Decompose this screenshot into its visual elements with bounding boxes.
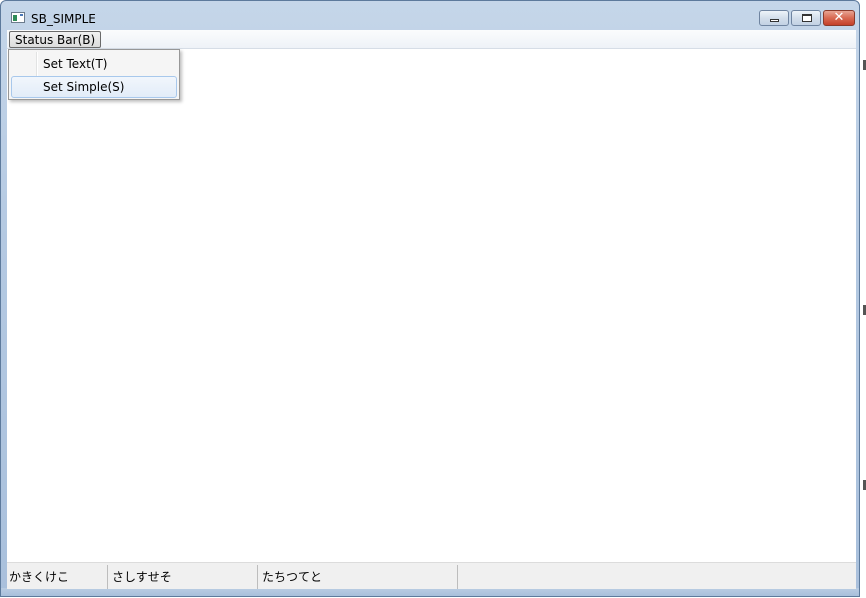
menu-bar: Status Bar(B) bbox=[7, 30, 856, 49]
status-part-2: さしすせそ bbox=[110, 565, 258, 589]
window-title: SB_SIMPLE bbox=[31, 12, 96, 26]
status-part-1: かきくけこ bbox=[7, 565, 108, 589]
minimize-icon bbox=[770, 19, 779, 22]
menu-status-bar[interactable]: Status Bar(B) bbox=[9, 31, 102, 48]
menu-item-set-simple[interactable]: Set Simple(S) bbox=[11, 76, 177, 98]
background-window-edge bbox=[860, 0, 866, 598]
restore-icon bbox=[802, 14, 812, 22]
maximize-button[interactable] bbox=[791, 10, 821, 26]
window-controls: ✕ bbox=[757, 10, 855, 28]
menu-item-set-text[interactable]: Set Text(T) bbox=[11, 53, 177, 75]
client-area bbox=[7, 49, 856, 562]
status-part-3: たちつてと bbox=[260, 565, 458, 589]
status-bar-menu-dropdown: Set Text(T) Set Simple(S) bbox=[8, 49, 180, 100]
status-part-4 bbox=[460, 565, 856, 589]
app-icon[interactable] bbox=[11, 12, 25, 23]
window-bottom-border bbox=[1, 588, 859, 596]
close-icon: ✕ bbox=[833, 10, 845, 25]
close-button[interactable]: ✕ bbox=[823, 10, 855, 26]
status-bar: かきくけこ さしすせそ たちつてと bbox=[7, 562, 856, 589]
minimize-button[interactable] bbox=[759, 10, 789, 26]
title-bar[interactable]: SB_SIMPLE ✕ bbox=[1, 1, 859, 31]
